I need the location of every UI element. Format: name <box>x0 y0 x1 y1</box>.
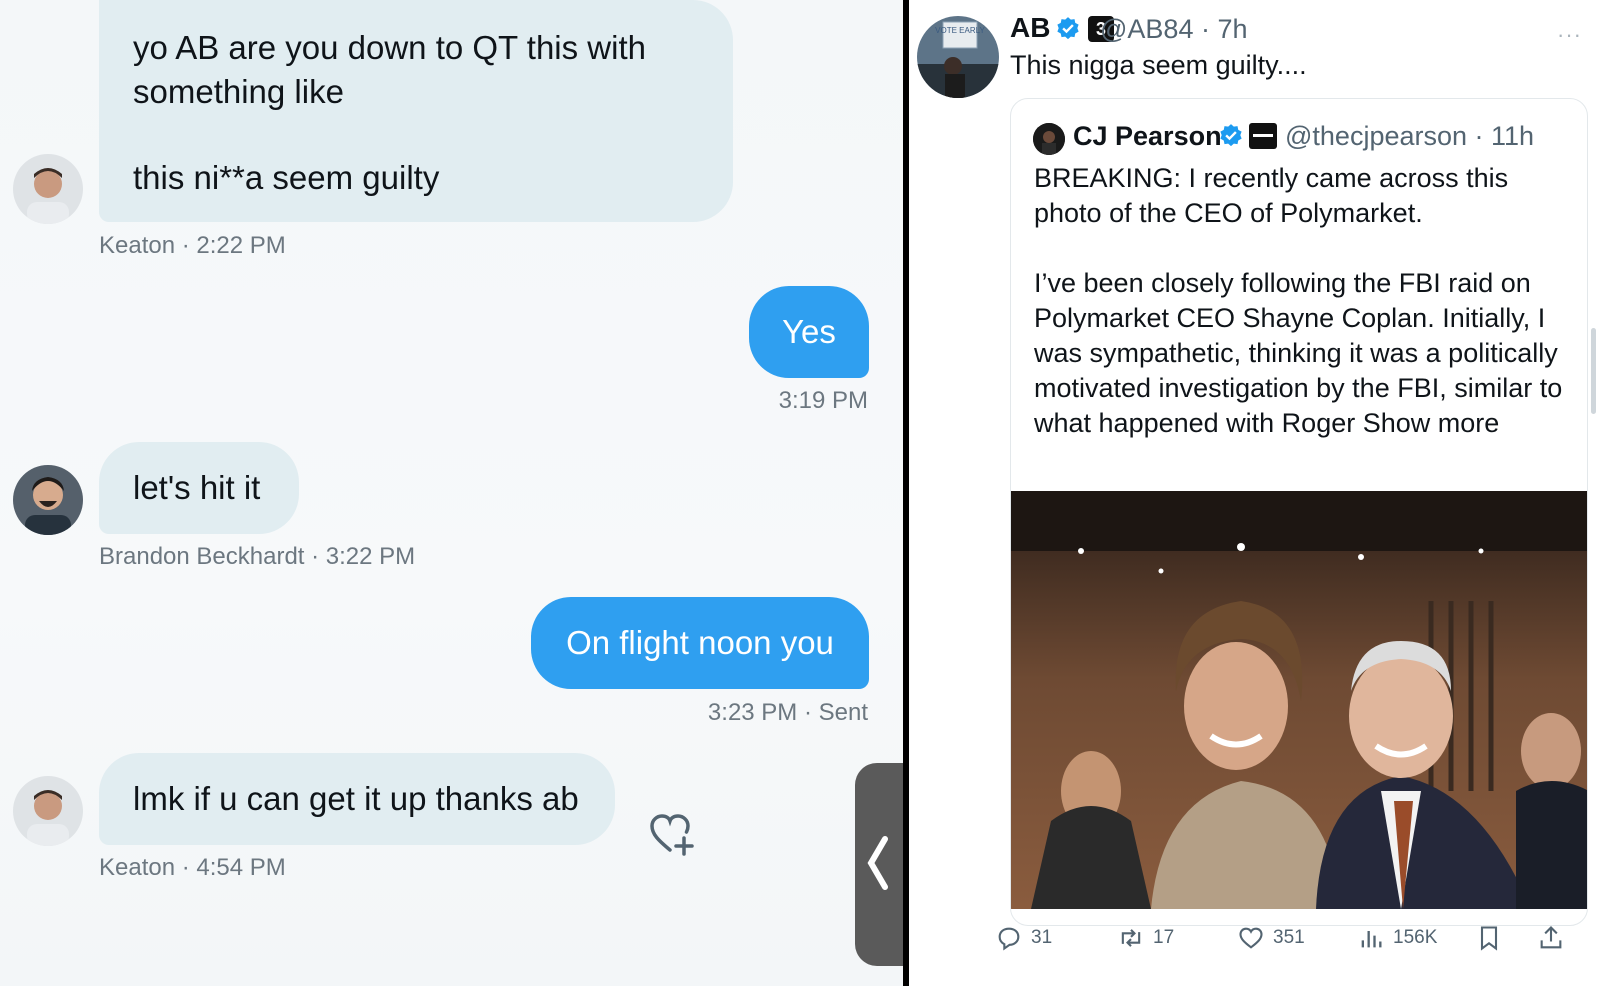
view-count: 156K <box>1393 927 1438 948</box>
repost-count: 17 <box>1153 927 1175 948</box>
dm-thread: yo AB are you down to QT this with somet… <box>0 0 903 986</box>
tweet-text: This nigga seem guilty.... <box>1010 50 1307 80</box>
bookmark-button[interactable] <box>1475 918 1503 958</box>
show-more-link[interactable]: Show more <box>1363 408 1500 438</box>
message-text: this ni**a seem guilty <box>133 159 440 196</box>
message-bubble[interactable]: yo AB are you down to QT this with somet… <box>99 0 733 222</box>
repost-icon <box>1121 929 1141 947</box>
reply-count: 31 <box>1031 927 1053 948</box>
quote-paragraph: BREAKING: I recently came across this ph… <box>1034 163 1509 228</box>
share-icon <box>1540 926 1562 949</box>
avatar-sign-text: VOTE EARLY <box>935 26 985 35</box>
verified-badge-icon <box>1220 124 1242 147</box>
add-reaction-heart-icon[interactable] <box>648 812 696 856</box>
message-meta: 3:23 PM · Sent <box>707 699 868 726</box>
avatar-keaton[interactable] <box>13 776 83 846</box>
message-bubble[interactable]: lmk if u can get it up thanks ab <box>99 753 615 845</box>
views-button[interactable]: 156K <box>1357 918 1437 958</box>
quote-photo[interactable] <box>1011 491 1588 909</box>
tweet-actions: 31 17 351 156K <box>995 918 1595 958</box>
message-meta: 3:19 PM <box>778 387 868 414</box>
like-count: 351 <box>1273 927 1305 948</box>
heart-icon <box>1239 927 1263 949</box>
views-icon <box>1361 931 1382 948</box>
message-bubble[interactable]: let's hit it <box>99 442 299 534</box>
quote-author-name[interactable]: CJ Pearson <box>1073 121 1222 152</box>
message-text: yo AB are you down to QT this with <box>133 29 646 66</box>
verified-badge-icon <box>1057 17 1079 40</box>
message-meta: Brandon Beckhardt · 3:22 PM <box>99 543 416 570</box>
chevron-left-icon <box>867 836 888 890</box>
quote-text: BREAKING: I recently came across this ph… <box>1034 161 1574 441</box>
author-avatar[interactable]: VOTE EARLY <box>917 16 999 98</box>
organization-badge-icon <box>1249 123 1277 149</box>
reply-icon <box>998 927 1020 951</box>
reply-button[interactable]: 31 <box>995 918 1052 958</box>
quoted-tweet[interactable]: CJ Pearson @thecjpearson · 11h BREAKING:… <box>1010 98 1588 926</box>
message-bubble-outgoing[interactable]: Yes <box>749 286 869 378</box>
author-handle[interactable]: @AB84 · 7h <box>1100 14 1248 45</box>
like-button[interactable]: 351 <box>1237 918 1305 958</box>
message-bubble-outgoing[interactable]: On flight noon you <box>531 597 869 689</box>
avatar-keaton[interactable] <box>13 154 83 224</box>
avatar-brandon[interactable] <box>13 465 83 535</box>
share-button[interactable] <box>1537 918 1565 958</box>
quote-author-avatar[interactable] <box>1033 123 1065 155</box>
message-meta: Keaton · 4:54 PM <box>99 854 286 881</box>
repost-button[interactable]: 17 <box>1117 918 1174 958</box>
message-text: something like <box>133 73 344 110</box>
message-meta: Keaton · 2:22 PM <box>99 232 286 259</box>
collapse-panel-button[interactable] <box>855 763 903 966</box>
quote-author-handle[interactable]: @thecjpearson · 11h <box>1285 121 1534 152</box>
tweet[interactable]: VOTE EARLY AB 3 @AB84 · 7h ··· This nigg… <box>909 0 1600 986</box>
bookmark-icon <box>1480 926 1498 951</box>
scrollbar-thumb[interactable] <box>1591 328 1596 414</box>
author-name[interactable]: AB <box>1010 12 1050 44</box>
more-options-icon[interactable]: ··· <box>1557 22 1582 48</box>
